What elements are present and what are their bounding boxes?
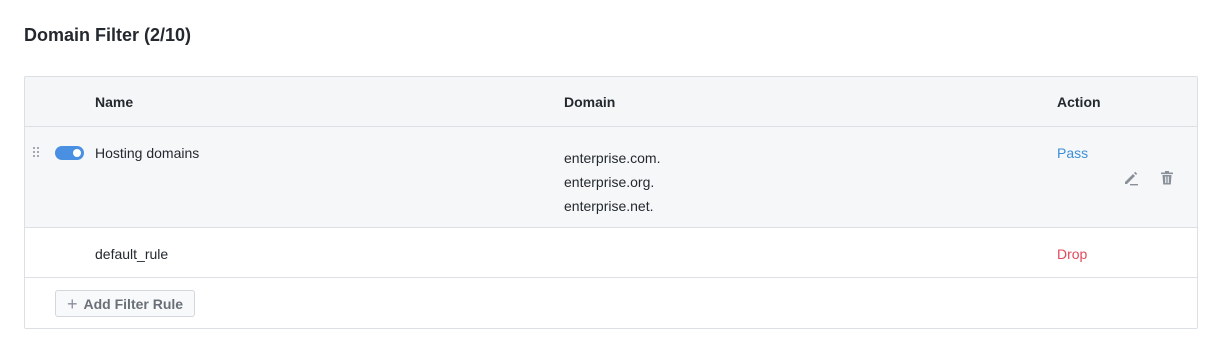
domain-item: enterprise.org. xyxy=(564,174,655,190)
add-filter-rule-label: Add Filter Rule xyxy=(83,295,184,312)
rule-enabled-toggle[interactable] xyxy=(55,146,84,160)
table-header: Name Domain Action xyxy=(25,77,1197,127)
domain-item: enterprise.net. xyxy=(564,198,654,214)
rule-domains: enterprise.com. enterprise.org. enterpri… xyxy=(564,146,660,218)
rule-name: default_rule xyxy=(95,246,169,262)
toggle-knob xyxy=(73,149,81,157)
table-row[interactable]: Hosting domains enterprise.com. enterpri… xyxy=(25,127,1197,228)
edit-icon[interactable] xyxy=(1122,169,1140,187)
rule-name: Hosting domains xyxy=(95,145,200,161)
column-header-domain: Domain xyxy=(564,94,616,110)
rule-action: Pass xyxy=(1057,145,1089,161)
plus-icon: + xyxy=(67,293,78,314)
column-header-action: Action xyxy=(1057,94,1101,110)
page-title: Domain Filter (2/10) xyxy=(24,25,192,45)
drag-handle-icon[interactable] xyxy=(33,147,41,159)
column-header-name: Name xyxy=(95,94,134,110)
domain-filter-table: Name Domain Action Hosting domains enter… xyxy=(24,76,1198,329)
table-footer: + Add Filter Rule xyxy=(25,278,1197,328)
rule-action: Drop xyxy=(1057,246,1088,262)
table-row[interactable]: default_rule Drop xyxy=(25,228,1197,278)
add-filter-rule-button[interactable]: + Add Filter Rule xyxy=(55,290,196,317)
domain-item: enterprise.com. xyxy=(564,150,661,166)
trash-icon[interactable] xyxy=(1158,169,1176,187)
